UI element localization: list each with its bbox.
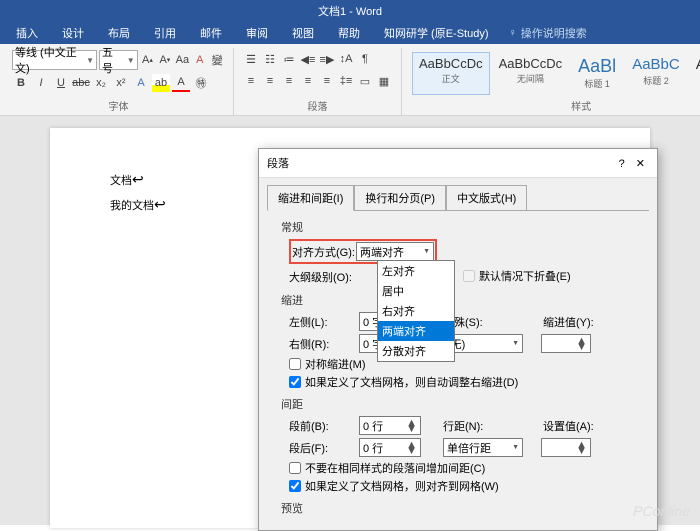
numbering-button[interactable]: ☷ — [261, 50, 279, 68]
grow-font-button[interactable]: A▴ — [140, 51, 155, 69]
align-option-right[interactable]: 右对齐 — [378, 301, 454, 321]
group-paragraph: ☰ ☷ ≔ ◀≡ ≡▶ ↕A ¶ ≡ ≡ ≡ ≡ ≡ ‡≡ ▭ ▦ 段落 — [234, 48, 402, 115]
paragraph-dialog: 段落 ? ✕ 缩进和间距(I) 换行和分页(P) 中文版式(H) 常规 对齐方式… — [258, 148, 658, 531]
after-label: 段后(F): — [289, 440, 353, 456]
special-select[interactable]: (无)▼ — [443, 334, 523, 353]
distribute-button[interactable]: ≡ — [318, 72, 336, 90]
mirror-check[interactable]: 对称缩进(M) — [289, 356, 635, 372]
align-center-button[interactable]: ≡ — [261, 72, 279, 90]
right-label: 右侧(R): — [289, 336, 353, 352]
show-marks-button[interactable]: ¶ — [356, 50, 374, 68]
dlg-tab-asian[interactable]: 中文版式(H) — [446, 185, 527, 211]
tab-layout[interactable]: 布局 — [96, 22, 142, 44]
snapgrid-check[interactable]: 如果定义了文档网格，则对齐到网格(W) — [289, 478, 635, 494]
tab-mailings[interactable]: 邮件 — [188, 22, 234, 44]
underline-button[interactable]: U — [52, 74, 70, 92]
indent-val-label: 缩进值(Y): — [543, 314, 607, 330]
setval-spinner[interactable]: ▲▼ — [541, 438, 591, 457]
lightbulb-icon: ♀ — [509, 27, 517, 39]
bullets-button[interactable]: ☰ — [242, 50, 260, 68]
section-indent: 缩进 — [281, 292, 635, 308]
style-heading2[interactable]: AaBbC标题 2 — [625, 52, 687, 95]
tab-review[interactable]: 审阅 — [234, 22, 280, 44]
left-label: 左侧(L): — [289, 314, 353, 330]
section-spacing: 间距 — [281, 396, 635, 412]
help-button[interactable]: ? — [615, 158, 629, 170]
strike-button[interactable]: abc — [72, 74, 90, 92]
change-case-button[interactable]: Aa — [175, 51, 190, 69]
subscript-button[interactable]: x₂ — [92, 74, 110, 92]
align-dropdown: 左对齐 居中 右对齐 两端对齐 分散对齐 — [377, 260, 455, 362]
tab-design[interactable]: 设计 — [50, 22, 96, 44]
close-button[interactable]: ✕ — [632, 158, 649, 170]
tell-me-search[interactable]: ♀操作说明搜索 — [509, 25, 587, 41]
tab-help[interactable]: 帮助 — [326, 22, 372, 44]
multilevel-button[interactable]: ≔ — [280, 50, 298, 68]
line-select[interactable]: 单倍行距▼ — [443, 438, 523, 457]
after-spinner[interactable]: 0 行▲▼ — [359, 438, 421, 457]
tab-insert[interactable]: 插入 — [4, 22, 50, 44]
autoindent-check[interactable]: 如果定义了文档网格，则自动调整右缩进(D) — [289, 374, 635, 390]
setval-label: 设置值(A): — [543, 418, 607, 434]
font-size-combo[interactable]: 五号▼ — [99, 50, 138, 70]
style-nospacing[interactable]: AaBbCcDc无间隔 — [492, 52, 570, 95]
line-spacing-button[interactable]: ‡≡ — [337, 72, 355, 90]
align-right-button[interactable]: ≡ — [280, 72, 298, 90]
phonetic-button[interactable]: 變 — [210, 51, 225, 69]
before-label: 段前(B): — [289, 418, 353, 434]
group-styles: AaBbCcDc正文 AaBbCcDc无间隔 AaBl标题 1 AaBbC标题 … — [402, 48, 700, 115]
text-effects-button[interactable]: A — [132, 74, 150, 92]
align-option-justify[interactable]: 两端对齐 — [378, 321, 454, 341]
section-preview: 预览 — [281, 500, 635, 516]
decrease-indent-button[interactable]: ◀≡ — [299, 50, 317, 68]
align-option-distribute[interactable]: 分散对齐 — [378, 341, 454, 361]
dlg-tab-pagination[interactable]: 换行和分页(P) — [354, 185, 446, 211]
enclose-button[interactable]: ㊕ — [192, 74, 210, 92]
align-option-center[interactable]: 居中 — [378, 281, 454, 301]
outline-label: 大纲级别(O): — [289, 269, 353, 285]
shrink-font-button[interactable]: A▾ — [157, 51, 172, 69]
borders-button[interactable]: ▦ — [375, 72, 393, 90]
ribbon-tabs: 插入 设计 布局 引用 邮件 审阅 视图 帮助 知网研学 (原E-Study) … — [0, 22, 700, 44]
nosame-check[interactable]: 不要在相同样式的段落间增加间距(C) — [289, 460, 635, 476]
ribbon: 等线 (中文正文)▼ 五号▼ A▴ A▾ Aa A 變 B I U abc x₂… — [0, 44, 700, 116]
increase-indent-button[interactable]: ≡▶ — [318, 50, 336, 68]
dlg-tab-indent[interactable]: 缩进和间距(I) — [267, 185, 354, 211]
sort-button[interactable]: ↕A — [337, 50, 355, 68]
collapse-check[interactable]: 默认情况下折叠(E) — [463, 268, 571, 284]
align-select[interactable]: 两端对齐▼ — [356, 242, 434, 261]
superscript-button[interactable]: x² — [112, 74, 130, 92]
style-normal[interactable]: AaBbCcDc正文 — [412, 52, 490, 95]
style-title[interactable]: AaBbC标题 — [689, 52, 700, 95]
tab-cnki[interactable]: 知网研学 (原E-Study) — [372, 22, 501, 44]
justify-button[interactable]: ≡ — [299, 72, 317, 90]
align-label: 对齐方式(G): — [292, 244, 356, 260]
line-label: 行距(N): — [443, 418, 507, 434]
align-option-left[interactable]: 左对齐 — [378, 261, 454, 281]
font-color-button[interactable]: A — [172, 74, 190, 92]
tab-view[interactable]: 视图 — [280, 22, 326, 44]
group-font: 等线 (中文正文)▼ 五号▼ A▴ A▾ Aa A 變 B I U abc x₂… — [4, 48, 234, 115]
style-heading1[interactable]: AaBl标题 1 — [571, 52, 623, 95]
dialog-title: 段落 — [267, 155, 289, 171]
indent-val-spinner[interactable]: ▲▼ — [541, 334, 591, 353]
tab-references[interactable]: 引用 — [142, 22, 188, 44]
clear-format-button[interactable]: A — [192, 51, 207, 69]
bold-button[interactable]: B — [12, 74, 30, 92]
highlight-button[interactable]: ab — [152, 74, 170, 92]
before-spinner[interactable]: 0 行▲▼ — [359, 416, 421, 435]
shading-button[interactable]: ▭ — [356, 72, 374, 90]
italic-button[interactable]: I — [32, 74, 50, 92]
font-name-combo[interactable]: 等线 (中文正文)▼ — [12, 50, 97, 70]
section-general: 常规 — [281, 219, 635, 235]
align-left-button[interactable]: ≡ — [242, 72, 260, 90]
title-bar: 文档1 - Word — [0, 0, 700, 22]
